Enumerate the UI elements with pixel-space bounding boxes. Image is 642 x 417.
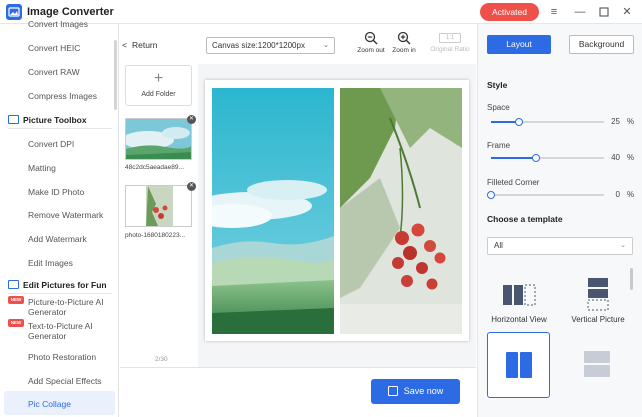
- frame-slider-handle[interactable]: [532, 153, 541, 162]
- space-label: Space: [487, 103, 510, 112]
- app-logo-icon: [6, 4, 22, 20]
- space-value: 25: [611, 117, 620, 126]
- sidebar-item-convert-images[interactable]: Convert Images: [28, 19, 88, 29]
- filleted-corner-value: 0: [615, 190, 620, 199]
- plus-icon: +: [153, 70, 164, 87]
- template-two-rows[interactable]: [568, 340, 628, 390]
- page-count: 2/30: [155, 356, 168, 363]
- sidebar-item-edit-images[interactable]: Edit Images: [28, 258, 73, 268]
- frame-value: 40: [611, 153, 620, 162]
- frame-unit: %: [627, 153, 635, 162]
- template-two-columns-selected[interactable]: [487, 332, 550, 398]
- collage-cell-strawberry[interactable]: [340, 88, 462, 334]
- filleted-corner-slider-handle[interactable]: [487, 190, 495, 199]
- menu-icon[interactable]: ≡: [547, 5, 561, 19]
- activated-button[interactable]: Activated: [480, 3, 539, 21]
- ratio-value: 1:1: [439, 33, 461, 43]
- collage-canvas[interactable]: [205, 80, 469, 341]
- new-badge: NEW: [8, 319, 24, 327]
- space-slider-handle[interactable]: [515, 117, 524, 126]
- minimize-icon[interactable]: —: [573, 5, 587, 19]
- landscape-thumbnail-image: [126, 119, 191, 159]
- style-heading: Style: [487, 80, 508, 90]
- filleted-corner-slider[interactable]: [487, 190, 604, 199]
- sidebar-item-photo-restoration[interactable]: Photo Restoration: [28, 352, 96, 362]
- horizontal-view-icon: [503, 284, 536, 306]
- sidebar-section-edit-pictures-for-fun[interactable]: Edit Pictures for Fun: [8, 280, 107, 290]
- sidebar-item-text-to-picture[interactable]: Text-to-Picture AI Generator: [28, 321, 116, 341]
- add-folder-button[interactable]: + Add Folder: [125, 65, 192, 106]
- chevron-left-icon: <: [122, 40, 127, 50]
- strawberry-thumbnail-image: [126, 186, 191, 226]
- thumbnail-1[interactable]: [125, 118, 192, 160]
- template-vertical-picture-label: Vertical Picture: [571, 315, 625, 324]
- zoom-in-button[interactable]: Zoom in: [388, 31, 420, 54]
- sidebar-item-compress-images[interactable]: Compress Images: [28, 91, 97, 101]
- sidebar-item-pic-collage[interactable]: Pic Collage: [28, 399, 71, 409]
- save-icon: [387, 386, 398, 396]
- chevron-down-icon: ⌄: [323, 42, 329, 49]
- landscape-image: [212, 88, 334, 334]
- fun-icon: [8, 280, 19, 289]
- strawberry-image: [340, 88, 462, 334]
- remove-thumbnail-icon[interactable]: ✕: [187, 182, 196, 191]
- return-button[interactable]: < Return: [122, 40, 157, 50]
- filleted-corner-unit: %: [627, 190, 635, 199]
- save-now-button[interactable]: Save now: [371, 379, 460, 404]
- sidebar-scrollbar[interactable]: [114, 40, 117, 110]
- frame-label: Frame: [487, 141, 511, 150]
- chevron-down-icon: ⌄: [620, 242, 626, 249]
- two-columns-icon: [506, 352, 532, 378]
- sidebar-item-remove-watermark[interactable]: Remove Watermark: [28, 210, 103, 220]
- sidebar-item-add-watermark[interactable]: Add Watermark: [28, 234, 87, 244]
- divider: [8, 128, 112, 129]
- sidebar-item-matting[interactable]: Matting: [28, 163, 56, 173]
- tab-layout[interactable]: Layout: [487, 35, 551, 54]
- sidebar-item-convert-heic[interactable]: Convert HEIC: [28, 43, 80, 53]
- template-horizontal-view-label: Horizontal View: [491, 315, 547, 324]
- template-horizontal-view[interactable]: Horizontal View: [478, 276, 560, 328]
- title-bar: Image Converter Activated ≡ — ✕: [0, 0, 642, 24]
- sidebar-item-make-id-photo[interactable]: Make ID Photo: [28, 187, 84, 197]
- collage-cell-landscape[interactable]: [212, 88, 334, 334]
- zoom-in-icon: [397, 31, 411, 45]
- tab-background[interactable]: Background: [569, 35, 634, 54]
- sidebar-item-picture-to-picture[interactable]: Picture-to-Picture AI Generator: [28, 297, 116, 317]
- filleted-corner-label: Filleted Corner: [487, 178, 540, 187]
- vertical-picture-icon: [587, 278, 609, 311]
- new-badge: NEW: [8, 296, 24, 304]
- template-filter-select[interactable]: All ⌄: [487, 237, 633, 255]
- zoom-out-button[interactable]: Zoom out: [355, 31, 387, 54]
- thumbnail-2-name: photo-1680180223...: [125, 232, 185, 239]
- template-vertical-picture[interactable]: Vertical Picture: [558, 276, 638, 328]
- space-slider[interactable]: [491, 117, 604, 126]
- app-title: Image Converter: [27, 6, 114, 18]
- maximize-icon[interactable]: [597, 5, 611, 19]
- sidebar-section-picture-toolbox[interactable]: Picture Toolbox: [8, 115, 87, 125]
- sidebar-item-convert-raw[interactable]: Convert RAW: [28, 67, 80, 77]
- thumbnail-2[interactable]: [125, 185, 192, 227]
- remove-thumbnail-icon[interactable]: ✕: [187, 115, 196, 124]
- sidebar-item-convert-dpi[interactable]: Convert DPI: [28, 139, 74, 149]
- template-heading: Choose a template: [487, 214, 563, 224]
- sidebar-item-add-special-effects[interactable]: Add Special Effects: [28, 376, 102, 386]
- zoom-out-icon: [364, 31, 378, 45]
- toolbox-icon: [8, 115, 19, 124]
- close-icon[interactable]: ✕: [620, 5, 634, 19]
- two-rows-icon: [584, 351, 610, 377]
- thumbnail-1-name: 48c2dc5aeadae89...: [125, 164, 184, 171]
- canvas-size-select[interactable]: Canvas size:1200*1200px ⌄: [206, 37, 335, 54]
- original-ratio-button[interactable]: 1:1 Original Ratio: [426, 31, 474, 53]
- frame-slider[interactable]: [491, 153, 604, 162]
- space-unit: %: [627, 117, 635, 126]
- divider: [8, 293, 112, 294]
